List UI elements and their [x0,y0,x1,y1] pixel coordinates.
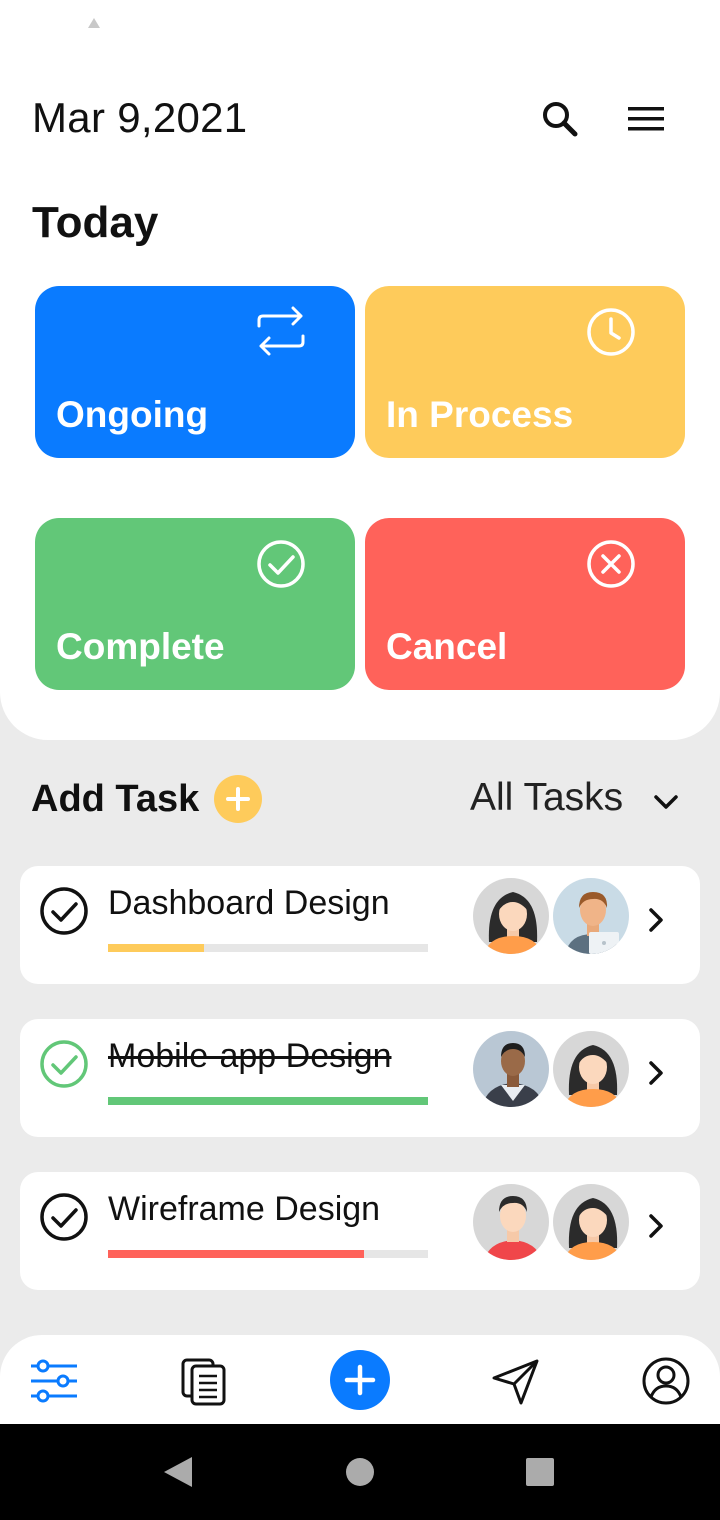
status-indicator-icon [88,18,100,28]
clock-icon [587,308,635,356]
in-process-label: In Process [386,394,574,435]
task-card[interactable]: Wireframe Design [20,1172,700,1290]
task-title: Mobile-app Design [108,1037,392,1075]
ongoing-card[interactable]: Ongoing [35,286,355,458]
complete-label: Complete [56,626,225,667]
photo-avatar [471,1029,551,1109]
task-title: Dashboard Design [108,884,390,922]
chevron-down-icon[interactable] [650,786,682,818]
today-heading: Today [32,198,159,247]
task-progress-fill [108,944,204,952]
task-card[interactable]: Mobile-app Design [20,1019,700,1137]
chevron-right-icon[interactable] [640,904,672,936]
in-process-card[interactable]: In Process [365,286,685,458]
date-label: Mar 9,2021 [32,94,248,141]
task-card[interactable]: Dashboard Design [20,866,700,984]
check-circle-icon[interactable] [38,1191,90,1243]
ongoing-label: Ongoing [56,394,209,435]
search-button[interactable] [536,95,584,143]
documents-icon [181,1358,226,1406]
male-avatar [471,1182,551,1262]
profile-icon [642,1357,690,1405]
nav-filters[interactable] [28,1355,80,1407]
plus-icon [226,787,250,811]
female-avatar [551,1029,631,1109]
chevron-right-icon[interactable] [640,1057,672,1089]
female-avatar [551,1182,631,1262]
add-task-row: Add Task All Tasks [0,770,720,830]
check-circle-icon [257,540,305,588]
add-task-label: Add Task [31,778,200,820]
task-progress-fill [108,1097,428,1105]
check-circle-icon[interactable] [38,885,90,937]
plus-icon [344,1364,376,1396]
nav-send[interactable] [490,1355,542,1407]
menu-button[interactable] [622,95,670,143]
nav-add-button[interactable] [330,1350,390,1410]
cancel-card[interactable]: Cancel [365,518,685,690]
task-title: Wireframe Design [108,1190,381,1228]
sliders-icon [31,1359,77,1403]
nav-profile[interactable] [640,1355,692,1407]
check-circle-icon[interactable] [38,1038,90,1090]
top-panel: Mar 9,2021 Today Ongoing In Process Comp… [0,0,720,740]
send-icon [492,1359,539,1405]
female-avatar [471,876,551,956]
task-progress-fill [108,1250,364,1258]
chevron-right-icon[interactable] [640,1210,672,1242]
repeat-arrows-icon [257,306,305,356]
add-task-button[interactable] [214,775,262,823]
home-icon[interactable] [344,1454,376,1490]
task-progress-track [108,1250,428,1258]
recents-icon[interactable] [524,1454,556,1490]
task-progress-track [108,944,428,952]
nav-documents[interactable] [178,1355,230,1407]
back-icon[interactable] [160,1454,196,1490]
task-filter-dropdown[interactable]: All Tasks [470,776,623,820]
system-navigation-bar [0,1424,720,1520]
task-progress-track [108,1097,428,1105]
cancel-label: Cancel [386,626,508,667]
hamburger-menu-icon [628,107,664,131]
bottom-nav [0,1335,720,1425]
x-circle-icon [587,540,635,588]
search-icon [543,102,578,137]
complete-card[interactable]: Complete [35,518,355,690]
male-laptop-avatar [551,876,631,956]
